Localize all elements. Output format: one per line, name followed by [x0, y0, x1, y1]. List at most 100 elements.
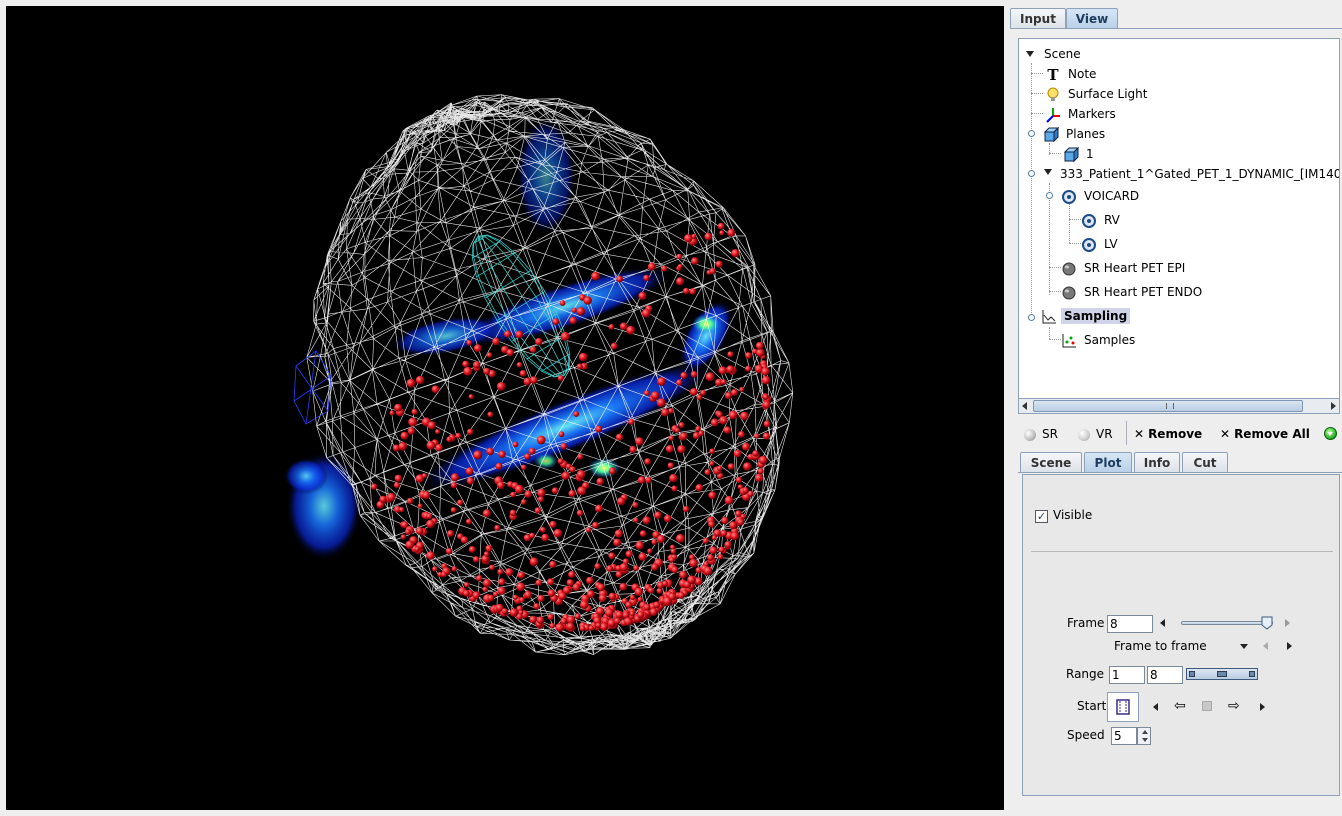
collapse-arrow-icon[interactable]	[1026, 51, 1034, 57]
lightbulb-icon	[1045, 87, 1061, 103]
tab-view[interactable]: View	[1066, 8, 1118, 28]
sample-marker	[752, 450, 759, 457]
sample-marker	[468, 546, 476, 553]
frame-slider[interactable]	[1181, 616, 1273, 632]
sample-marker	[520, 499, 527, 505]
stop-icon[interactable]	[1202, 701, 1212, 711]
sample-marker	[633, 517, 639, 523]
plot-settings-panel: ✓ Visible Frame 8 Frame to frame Range 1…	[1022, 474, 1340, 796]
first-frame-icon[interactable]	[1153, 703, 1158, 711]
tree-item-markers[interactable]: Markers	[1045, 105, 1119, 123]
mode-prev-arrow-icon[interactable]	[1263, 642, 1268, 650]
tree-item-sr-endo[interactable]: SR Heart PET ENDO	[1061, 283, 1205, 301]
tree-item-lv[interactable]: LV	[1081, 235, 1121, 253]
expand-handle[interactable]	[1028, 314, 1035, 321]
mode-next-arrow-icon[interactable]	[1287, 642, 1292, 650]
range-max-handle[interactable]	[1249, 671, 1255, 677]
tab-info[interactable]: Info	[1134, 452, 1180, 472]
sample-marker	[619, 583, 627, 591]
options-dropdown-icon[interactable]	[1324, 427, 1337, 440]
step-back-icon[interactable]: ⇦	[1174, 699, 1186, 713]
sample-marker	[668, 592, 676, 601]
range-to-input[interactable]: 8	[1147, 666, 1183, 684]
tree-item-sampling[interactable]: Sampling	[1041, 307, 1131, 325]
tree-item-sr-epi[interactable]: SR Heart PET EPI	[1061, 259, 1188, 277]
chevron-down-icon[interactable]	[1240, 644, 1248, 649]
speed-spinner[interactable]	[1137, 727, 1151, 745]
sample-marker	[521, 464, 527, 470]
sample-marker	[761, 375, 771, 385]
sample-marker	[483, 551, 490, 557]
sample-marker	[711, 535, 717, 541]
sample-marker	[524, 590, 532, 599]
sample-marker	[495, 462, 503, 470]
sample-marker	[717, 465, 723, 471]
collapse-arrow-icon[interactable]	[1044, 169, 1052, 175]
tree-item-label: Samples	[1084, 333, 1136, 347]
tree-item-samples[interactable]: Samples	[1061, 331, 1138, 349]
expand-handle[interactable]	[1028, 170, 1035, 177]
sample-marker	[569, 316, 577, 325]
sample-marker	[524, 453, 531, 460]
remove-all-button[interactable]: ✕ Remove All	[1220, 424, 1310, 444]
tree-item-plane-1[interactable]: 1	[1063, 145, 1097, 163]
speed-input[interactable]: 5	[1111, 727, 1137, 745]
sample-marker	[497, 568, 504, 575]
sr-button[interactable]: SR	[1024, 424, 1058, 444]
3d-viewport[interactable]	[6, 6, 1004, 810]
sample-marker	[656, 587, 663, 594]
visible-checkbox[interactable]: ✓	[1035, 510, 1048, 523]
tree-item-rv[interactable]: RV	[1081, 211, 1123, 229]
last-frame-icon[interactable]	[1260, 703, 1265, 711]
frame-input[interactable]: 8	[1107, 615, 1153, 633]
sample-marker	[679, 432, 688, 441]
tree-item-scene[interactable]: Scene	[1041, 45, 1084, 63]
remove-button[interactable]: ✕ Remove	[1134, 424, 1202, 444]
spinner-down-icon[interactable]	[1142, 738, 1148, 742]
start-movie-button[interactable]	[1107, 692, 1139, 722]
tab-plot[interactable]: Plot	[1084, 452, 1132, 472]
sample-marker	[718, 546, 725, 553]
sample-marker	[466, 518, 472, 525]
sample-marker	[519, 597, 525, 603]
frame-next-arrow-icon[interactable]	[1285, 619, 1290, 627]
sample-marker	[528, 447, 536, 455]
expand-handle[interactable]	[1046, 192, 1053, 199]
tab-cut[interactable]: Cut	[1182, 452, 1228, 472]
scene-tree[interactable]: Scene T Note Surface Light Markers Planes…	[1018, 38, 1340, 414]
sample-marker	[606, 565, 614, 572]
range-center-handle[interactable]	[1217, 671, 1227, 677]
tree-item-dataset[interactable]: 333_Patient_1^Gated_PET_1_DYNAMIC_[IM140…	[1057, 165, 1339, 183]
tab-input[interactable]: Input	[1010, 8, 1066, 28]
frame-prev-arrow-icon[interactable]	[1160, 619, 1165, 627]
subtab-divider	[1018, 472, 1342, 473]
spinner-up-icon[interactable]	[1142, 730, 1148, 734]
sample-marker	[561, 471, 570, 480]
sample-marker	[724, 541, 732, 549]
sample-marker	[530, 376, 538, 384]
tab-scene[interactable]: Scene	[1020, 452, 1082, 472]
range-slider[interactable]	[1186, 668, 1258, 680]
step-forward-icon[interactable]: ⇨	[1228, 699, 1240, 713]
tree-item-voicard[interactable]: VOICARD	[1061, 187, 1142, 205]
tree-item-planes[interactable]: Planes	[1043, 125, 1108, 143]
scroll-left-arrow-icon[interactable]	[1022, 402, 1027, 410]
scroll-right-arrow-icon[interactable]	[1331, 402, 1336, 410]
sample-marker	[398, 442, 408, 451]
frame-mode-select[interactable]: Frame to frame	[1114, 639, 1207, 653]
sample-marker	[482, 579, 492, 588]
sample-marker	[489, 564, 495, 571]
vr-button[interactable]: VR	[1078, 424, 1113, 444]
tree-item-note[interactable]: T Note	[1045, 65, 1099, 83]
slider-thumb[interactable]	[1261, 616, 1273, 630]
sample-marker	[455, 432, 462, 439]
tree-item-surface-light[interactable]: Surface Light	[1045, 85, 1150, 103]
tree-horizontal-scrollbar[interactable]	[1018, 398, 1340, 414]
expand-handle[interactable]	[1028, 130, 1035, 137]
sample-marker	[745, 352, 752, 359]
sample-marker	[625, 550, 633, 558]
sample-marker	[482, 586, 488, 593]
range-min-handle[interactable]	[1189, 671, 1195, 677]
toolbar-separator	[1126, 421, 1127, 445]
range-from-input[interactable]: 1	[1109, 666, 1145, 684]
